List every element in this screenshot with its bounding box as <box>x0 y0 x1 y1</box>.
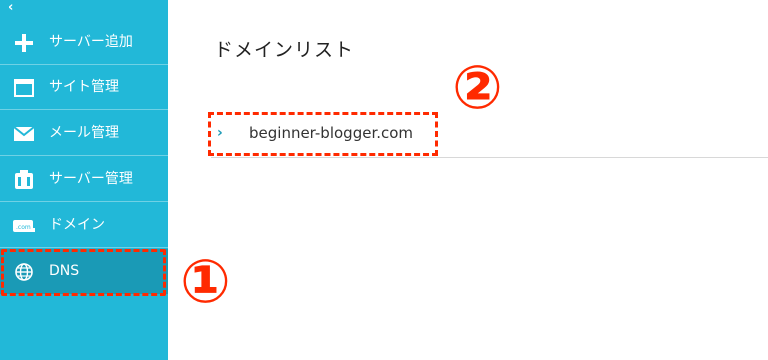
page-title: ドメインリスト <box>214 39 355 61</box>
sidebar-item-domain[interactable]: .com ドメイン <box>0 203 168 248</box>
annotation-callout-1: ① <box>180 247 231 317</box>
sidebar-item-add-server[interactable]: サーバー追加 <box>0 20 168 65</box>
sidebar-item-server-management[interactable]: サーバー管理 <box>0 157 168 202</box>
annotation-highlight-domain <box>208 112 438 156</box>
domain-icon: .com <box>12 214 36 238</box>
sidebar-item-mail-management[interactable]: メール管理 <box>0 111 168 156</box>
mail-icon <box>12 122 36 146</box>
sidebar-item-label: サイト管理 <box>49 79 119 95</box>
sidebar-item-label: ドメイン <box>49 217 105 233</box>
sidebar-item-site-management[interactable]: サイト管理 <box>0 65 168 110</box>
annotation-highlight-dns <box>1 249 166 296</box>
annotation-callout-2: ② <box>452 53 503 123</box>
sidebar-item-label: サーバー管理 <box>49 171 133 187</box>
window-icon <box>12 76 36 100</box>
sidebar: ‹ サーバー追加 サイト管理 メール管理 サーバー管理 .com ドメイン DN… <box>0 0 168 360</box>
sidebar-item-label: サーバー追加 <box>49 34 133 50</box>
chevron-left-icon[interactable]: ‹ <box>8 0 22 16</box>
svg-text:.com: .com <box>16 224 31 231</box>
sidebar-item-label: メール管理 <box>49 125 119 141</box>
plus-icon <box>12 31 36 55</box>
server-icon <box>12 168 36 192</box>
